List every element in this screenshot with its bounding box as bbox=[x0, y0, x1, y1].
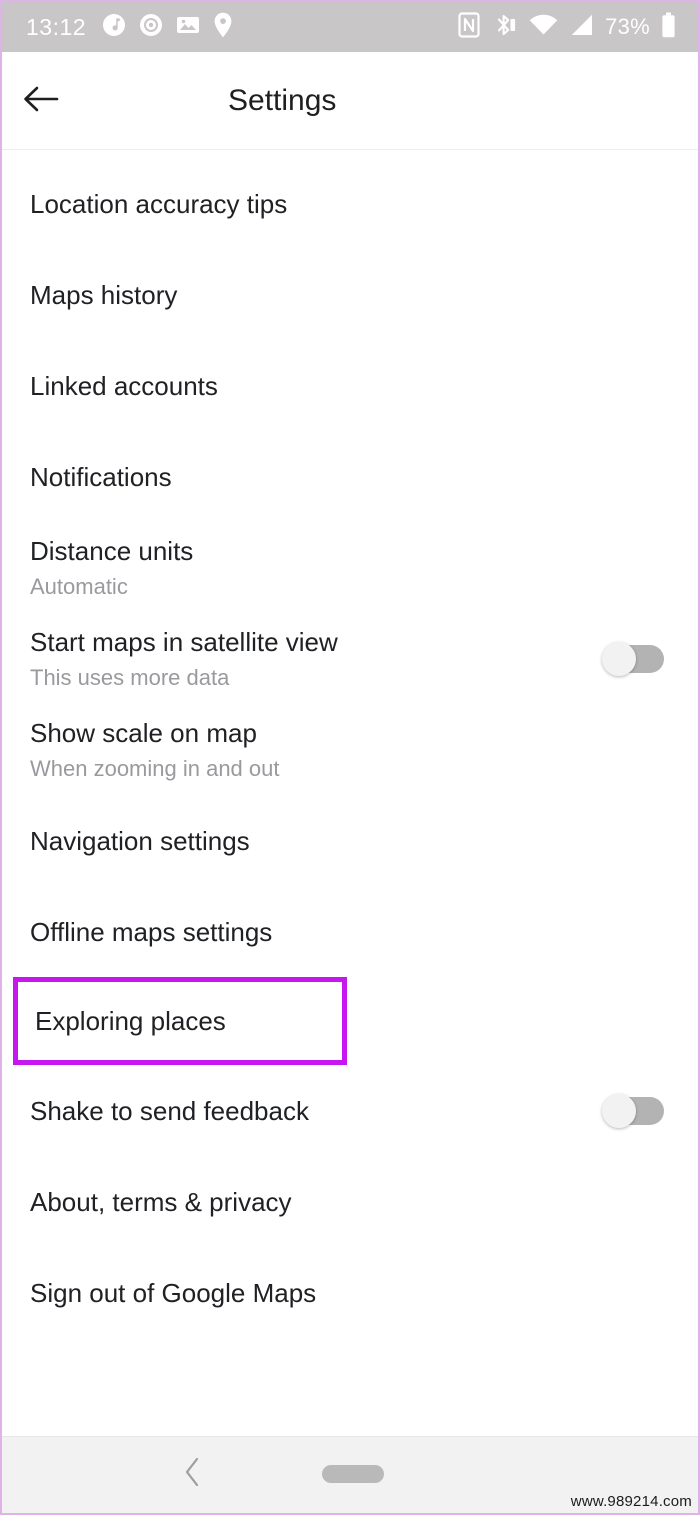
settings-row-title: Shake to send feedback bbox=[30, 1095, 309, 1126]
arrow-left-icon bbox=[23, 84, 59, 119]
settings-row-toggle[interactable] bbox=[602, 641, 664, 676]
bluetooth-icon bbox=[492, 12, 518, 43]
settings-row-text: Location accuracy tips bbox=[30, 187, 674, 221]
record-disc-icon bbox=[139, 13, 163, 42]
settings-row-notifications[interactable]: Notifications bbox=[2, 431, 698, 522]
settings-row-title: Maps history bbox=[30, 279, 178, 310]
settings-row-title: Exploring places bbox=[35, 1006, 226, 1036]
photo-icon bbox=[176, 14, 200, 41]
settings-row-text: Sign out of Google Maps bbox=[30, 1276, 674, 1310]
nfc-icon bbox=[457, 11, 481, 43]
settings-row-title: Navigation settings bbox=[30, 825, 250, 856]
settings-row-offline-maps-settings[interactable]: Offline maps settings bbox=[2, 886, 698, 977]
settings-row-exploring-places[interactable]: Exploring places bbox=[13, 977, 347, 1065]
status-bar-left-icons bbox=[102, 12, 233, 43]
settings-row-text: Distance units Automatic bbox=[30, 534, 674, 602]
chevron-left-icon bbox=[184, 1457, 202, 1492]
status-bar-right-icons: 73% bbox=[457, 11, 676, 43]
music-note-icon bbox=[102, 13, 126, 42]
settings-row-linked-accounts[interactable]: Linked accounts bbox=[2, 340, 698, 431]
settings-row-navigation-settings[interactable]: Navigation settings bbox=[2, 795, 698, 886]
watermark: www.989214.com bbox=[570, 1493, 692, 1510]
settings-row-text: Shake to send feedback bbox=[30, 1094, 582, 1128]
location-pin-icon bbox=[213, 12, 233, 43]
back-button[interactable] bbox=[2, 52, 80, 150]
battery-icon bbox=[661, 12, 676, 43]
nav-home-pill[interactable] bbox=[322, 1465, 384, 1483]
settings-row-distance-units[interactable]: Distance units Automatic bbox=[2, 522, 698, 613]
settings-row-text: Start maps in satellite view This uses mo… bbox=[30, 625, 582, 693]
toggle-thumb bbox=[602, 641, 636, 676]
settings-row-title: About, terms & privacy bbox=[30, 1186, 292, 1217]
status-bar: 13:12 73% bbox=[2, 2, 698, 52]
settings-row-title: Show scale on map bbox=[30, 717, 257, 748]
settings-row-text: Linked accounts bbox=[30, 369, 674, 403]
toggle-thumb bbox=[602, 1093, 636, 1128]
battery-percent-label: 73% bbox=[605, 14, 650, 39]
settings-row-text: Navigation settings bbox=[30, 824, 674, 858]
settings-row-location-accuracy-tips[interactable]: Location accuracy tips bbox=[2, 158, 698, 249]
page-title: Settings bbox=[228, 84, 337, 117]
settings-row-subtitle: This uses more data bbox=[30, 664, 230, 690]
settings-row-subtitle: When zooming in and out bbox=[30, 755, 280, 781]
settings-row-about-terms-privacy[interactable]: About, terms & privacy bbox=[2, 1156, 698, 1247]
app-bar: Settings bbox=[2, 52, 698, 150]
settings-row-show-scale-on-map[interactable]: Show scale on map When zooming in and out bbox=[2, 704, 698, 795]
nav-back-button[interactable] bbox=[170, 1451, 216, 1497]
cellular-signal-icon bbox=[569, 14, 594, 41]
settings-row-title: Start maps in satellite view bbox=[30, 626, 338, 657]
settings-row-toggle[interactable] bbox=[602, 1093, 664, 1128]
settings-row-title: Offline maps settings bbox=[30, 916, 273, 947]
settings-row-title: Sign out of Google Maps bbox=[30, 1277, 317, 1308]
settings-row-text: Notifications bbox=[30, 460, 674, 494]
settings-row-maps-history[interactable]: Maps history bbox=[2, 249, 698, 340]
phone-screen: 13:12 73% Settings Location accuracy tip… bbox=[0, 0, 700, 1515]
settings-row-title: Linked accounts bbox=[30, 370, 218, 401]
settings-row-text: Show scale on map When zooming in and out bbox=[30, 716, 674, 784]
settings-row-title: Notifications bbox=[30, 461, 172, 492]
status-bar-clock: 13:12 bbox=[26, 13, 87, 40]
settings-row-subtitle: Automatic bbox=[30, 573, 128, 599]
settings-row-title: Location accuracy tips bbox=[30, 188, 288, 219]
settings-row-sign-out-of-google-maps[interactable]: Sign out of Google Maps bbox=[2, 1247, 698, 1338]
wifi-icon bbox=[529, 14, 558, 41]
settings-row-shake-to-send-feedback[interactable]: Shake to send feedback bbox=[2, 1065, 698, 1156]
settings-row-start-maps-in-satellite-view[interactable]: Start maps in satellite view This uses mo… bbox=[2, 613, 698, 704]
settings-row-text: About, terms & privacy bbox=[30, 1185, 674, 1219]
settings-row-text: Exploring places bbox=[35, 1004, 318, 1038]
settings-list: Location accuracy tips Maps history Linked… bbox=[2, 150, 698, 1436]
settings-row-text: Maps history bbox=[30, 278, 674, 312]
settings-row-text: Offline maps settings bbox=[30, 915, 674, 949]
settings-row-title: Distance units bbox=[30, 535, 194, 566]
